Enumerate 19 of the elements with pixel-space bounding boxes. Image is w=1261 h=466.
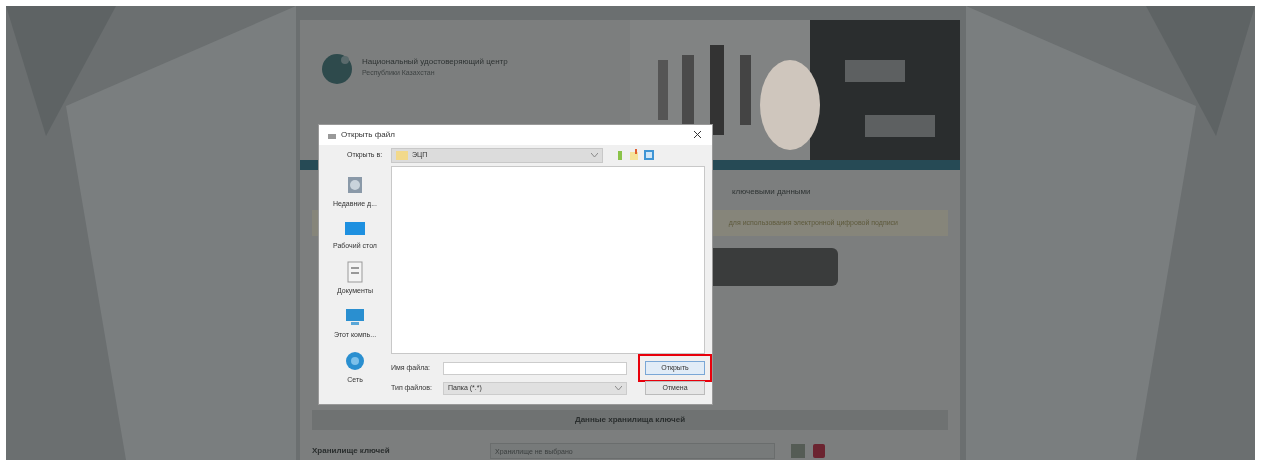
section-title: Данные хранилища ключей [574, 414, 686, 426]
view-list-icon[interactable] [643, 149, 657, 162]
site-title: Национальный удостоверяющий центр [362, 56, 508, 68]
delete-icon[interactable] [813, 444, 825, 458]
globe-icon [344, 350, 366, 372]
caret-icon [615, 385, 622, 391]
folder-icon [396, 150, 408, 161]
field-label: Хранилище ключей [312, 445, 391, 457]
edit-icon[interactable] [791, 444, 805, 458]
document-icon [346, 261, 364, 283]
caret-icon [591, 152, 598, 158]
new-folder-icon[interactable] [629, 149, 639, 162]
dialog-title: Открыть файл [341, 128, 395, 141]
page-heading: ключевыми данными [732, 186, 811, 198]
desktop-icon [344, 219, 366, 238]
close-icon [693, 131, 701, 139]
file-name-field[interactable] [443, 361, 627, 375]
globe-logo-icon [320, 52, 354, 86]
computer-icon [344, 306, 366, 327]
